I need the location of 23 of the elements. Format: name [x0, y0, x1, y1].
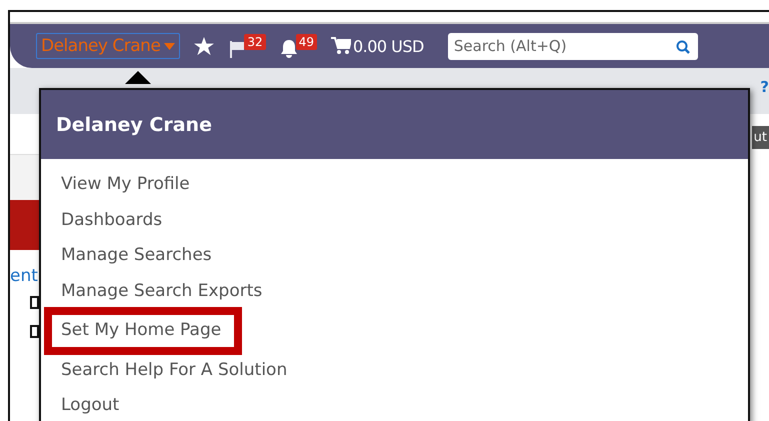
- flag-icon[interactable]: [228, 40, 246, 58]
- search-icon[interactable]: [676, 40, 690, 54]
- star-icon[interactable]: [194, 36, 214, 56]
- cart-total[interactable]: 0.00 USD: [352, 36, 424, 56]
- menu-item[interactable]: Search Help For A Solution: [49, 356, 304, 385]
- pointer-icon: [125, 71, 151, 84]
- dropdown-title: Delaney Crane: [56, 114, 212, 136]
- help-link[interactable]: ?: [760, 78, 769, 96]
- menu-item[interactable]: Set My Home Page: [44, 307, 242, 354]
- menu-item[interactable]: Manage Searches: [49, 241, 228, 270]
- banner: [10, 200, 40, 250]
- menu-item[interactable]: Logout: [49, 391, 136, 420]
- menu-item[interactable]: Dashboards: [49, 206, 178, 235]
- notification-badge: 49: [296, 34, 317, 50]
- menu-item[interactable]: View My Profile: [49, 170, 206, 200]
- dark-button[interactable]: ut: [752, 126, 769, 149]
- search-field[interactable]: Search (Alt+Q): [448, 32, 698, 60]
- cart-icon[interactable]: [330, 37, 351, 55]
- bell-icon[interactable]: [280, 39, 298, 58]
- caret-icon: [164, 42, 176, 50]
- link[interactable]: ent: [10, 266, 40, 286]
- menu-item[interactable]: Manage Search Exports: [49, 276, 278, 306]
- notification-badge: 32: [244, 34, 266, 50]
